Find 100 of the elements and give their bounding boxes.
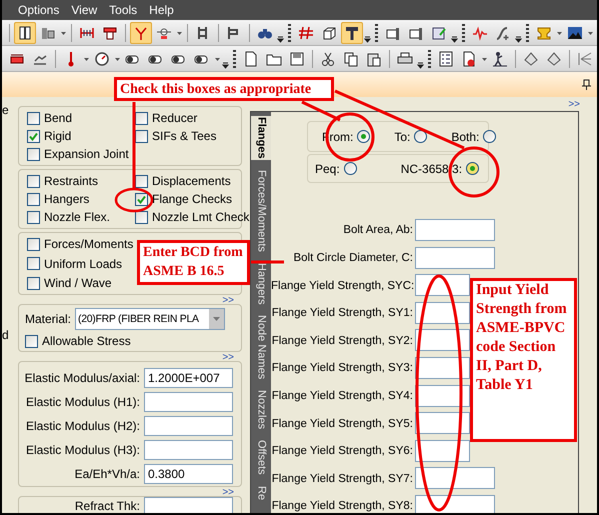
side-tab[interactable]: Nozzles	[252, 389, 270, 430]
field-label: Elastic Modulus (H2):	[26, 418, 140, 435]
checkbox[interactable]	[27, 130, 40, 142]
field-label: Flange Yield Strength, SY8:	[272, 500, 413, 512]
print-icon[interactable]	[397, 50, 413, 66]
field-label: Flange Yield Strength, SY4:	[272, 390, 413, 402]
checkbox-label: Restraints	[44, 173, 98, 190]
checkbox-label: Hangers	[44, 191, 90, 208]
checkbox[interactable]	[27, 257, 40, 270]
checkbox-label: Bend	[44, 110, 72, 127]
input-field[interactable]	[144, 440, 233, 460]
hammer-icon[interactable]	[344, 24, 360, 40]
checkbox-label: Reducer	[152, 110, 198, 127]
radio-label: Both:	[451, 128, 480, 146]
annotation-note: Check this boxes as appropriate	[114, 77, 334, 101]
leader-line	[251, 260, 284, 264]
checkbox-label: Uniform Loads	[44, 256, 122, 272]
curve-plus-icon[interactable]	[495, 24, 511, 40]
field-label: Flange Yield Strength, SY5:	[272, 418, 413, 430]
field-label: Flange Yield Strength, SY3:	[272, 362, 413, 374]
checkbox[interactable]	[27, 112, 40, 124]
panel-label: e	[2, 102, 10, 119]
menu-item[interactable]: Options	[15, 1, 68, 19]
field-label: Bolt Area, Ab:	[343, 224, 413, 236]
annotation-circle	[114, 188, 154, 212]
checkbox-label: Allowable Stress	[42, 333, 131, 350]
side-tab[interactable]: Re	[252, 485, 270, 502]
checkbox[interactable]	[27, 210, 40, 224]
checkbox[interactable]	[27, 148, 40, 160]
input-field[interactable]: 0.3800	[144, 464, 233, 484]
checkbox[interactable]	[27, 174, 40, 188]
mountain-icon[interactable]	[567, 24, 583, 40]
checkbox[interactable]	[27, 238, 40, 250]
expand-toggle[interactable]: >>	[222, 296, 234, 306]
document-delete-icon[interactable]	[461, 50, 477, 66]
radio-button[interactable]	[466, 162, 480, 175]
checkbox-label: Wind / Wave	[44, 275, 112, 292]
save-icon[interactable]	[289, 50, 305, 66]
input-field[interactable]	[144, 497, 233, 513]
input-field[interactable]: 1.2000E+007	[144, 368, 233, 388]
copy-icon[interactable]	[343, 50, 359, 66]
field-label: Flange Yield Strength, SY7:	[272, 472, 413, 485]
side-tab[interactable]: Forces/Moments	[252, 168, 270, 252]
tee-icon[interactable]	[102, 24, 118, 40]
field-label: Refract Thk:	[74, 498, 140, 513]
side-tab[interactable]: Offsets	[252, 439, 270, 476]
side-tab[interactable]: Hangers	[252, 262, 270, 306]
checkbox-label: Forces/Moments	[44, 236, 134, 253]
checkbox-label: Flange Checks	[152, 191, 232, 208]
radio-label: To:	[394, 128, 410, 146]
field-label: Flange Yield Strength, SYC:	[271, 280, 414, 292]
cut-icon[interactable]	[320, 50, 336, 66]
checkbox[interactable]	[135, 174, 148, 188]
material-dropdown[interactable]: (20)FRP (FIBER REIN PLA	[75, 308, 226, 330]
diamond-icon[interactable]	[546, 50, 562, 66]
hash-icon[interactable]	[298, 24, 314, 40]
checkbox[interactable]	[27, 192, 40, 206]
new-document-icon[interactable]	[243, 50, 259, 66]
radio-button[interactable]	[483, 130, 496, 143]
checkbox-label: Nozzle Lmt Check	[152, 209, 250, 226]
panel-label: d	[2, 327, 10, 344]
checkbox[interactable]	[135, 192, 148, 206]
field-label: Flange Yield Strength, SY6:	[272, 445, 413, 458]
menu-item[interactable]: Help	[146, 1, 183, 19]
figure-icon[interactable]	[492, 50, 508, 66]
checkbox[interactable]	[25, 334, 38, 348]
annotation-note: Enter BCD from ASME B 16.5	[137, 240, 250, 285]
expand-toggle[interactable]: >>	[222, 353, 234, 363]
list-icon[interactable]	[438, 50, 454, 66]
checkbox[interactable]	[27, 276, 40, 290]
side-tab[interactable]: Flanges	[251, 116, 271, 160]
field-label: Material:	[25, 311, 72, 328]
expand-toggle[interactable]: >>	[250, 100, 597, 110]
frame-icon[interactable]	[17, 24, 33, 40]
field-label: Flange Yield Strength, SY2:	[272, 334, 413, 347]
field-label: Elastic Modulus/axial:	[24, 370, 140, 387]
paste-icon[interactable]	[366, 50, 382, 66]
pulse-icon[interactable]	[472, 24, 488, 40]
document-check-icon[interactable]	[431, 24, 447, 40]
annotation-note: Input Yield Strength from ASME-BPVC code Section II, Part D, Table Y1	[470, 278, 577, 442]
checkbox-label: Displacements	[152, 173, 231, 190]
side-tab[interactable]: Node Names	[252, 314, 270, 380]
field-label: Ea/Eh*Vh/a:	[74, 466, 140, 483]
menu-item[interactable]: Tools	[106, 1, 146, 19]
cube-icon[interactable]	[321, 24, 337, 40]
checkbox[interactable]	[135, 210, 148, 224]
pin-icon[interactable]	[582, 79, 591, 90]
radio-button[interactable]	[357, 130, 370, 143]
lines-icon[interactable]	[577, 50, 593, 66]
menu-item[interactable]: View	[68, 1, 106, 19]
checkbox[interactable]	[135, 112, 148, 124]
gauge-icon[interactable]	[94, 50, 110, 66]
radio-button[interactable]	[414, 130, 428, 143]
input-field[interactable]	[144, 416, 233, 436]
diamond-icon[interactable]	[523, 50, 539, 66]
radio-button[interactable]	[344, 162, 357, 175]
input-field[interactable]	[144, 392, 233, 412]
checkbox-label: Expansion Joint	[44, 146, 129, 163]
expand-toggle[interactable]: >>	[222, 488, 234, 498]
checkbox[interactable]	[135, 130, 148, 142]
